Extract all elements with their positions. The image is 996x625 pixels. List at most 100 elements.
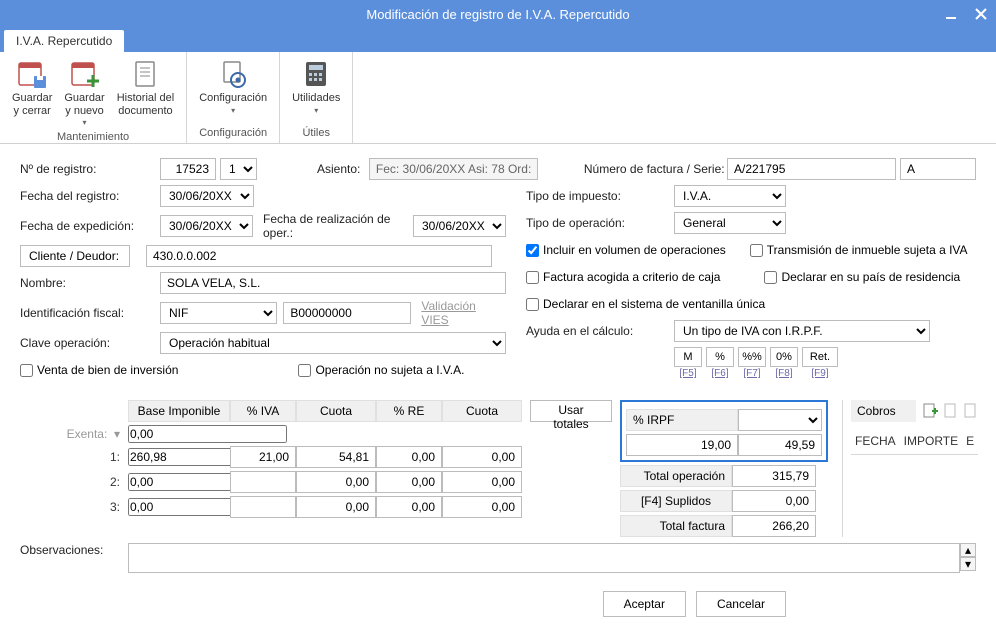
cobros-add-button[interactable] [922, 403, 938, 419]
chevron-down-icon: ▾ [83, 118, 87, 127]
help-pctpct-fk[interactable]: [F7] [743, 368, 760, 379]
cobros-delete-button[interactable] [962, 403, 978, 419]
chevron-up-icon: ▴ [965, 543, 971, 557]
document-icon [942, 403, 958, 419]
document-plus-icon [922, 403, 938, 419]
trans-inm-checkbox[interactable]: Transmisión de inmueble sujeta a IVA [750, 243, 968, 257]
cancelar-button[interactable]: Cancelar [696, 591, 786, 617]
help-pct-button[interactable]: % [706, 347, 734, 367]
nombre-input[interactable] [160, 272, 506, 294]
calculator-icon [300, 58, 332, 90]
row1-label: 1: [20, 450, 128, 464]
form-area: Nº de registro: 1 Asiento: Número de fac… [0, 144, 996, 396]
r3-cuota[interactable] [296, 496, 376, 518]
clave-select[interactable]: Operación habitual [160, 332, 506, 354]
total-oper-input[interactable] [732, 465, 816, 487]
tipo-imp-select[interactable]: I.V.A. [674, 185, 786, 207]
close-icon [975, 8, 987, 20]
ayuda-label: Ayuda en el cálculo: [526, 324, 674, 338]
ribbon-group-config: Configuración [193, 127, 273, 141]
tab-iva-repercutido[interactable]: I.V.A. Repercutido [4, 30, 124, 52]
minimize-button[interactable] [936, 0, 966, 28]
num-factura-input[interactable] [727, 158, 896, 180]
utils-label: Utilidades [292, 92, 340, 105]
close-button[interactable] [966, 0, 996, 28]
obs-down-button[interactable]: ▾ [960, 557, 976, 571]
total-fact-input[interactable] [732, 515, 816, 537]
id-fiscal-input[interactable] [283, 302, 411, 324]
help-m-fk[interactable]: [F5] [679, 368, 696, 379]
config-button[interactable]: Configuración ▾ [193, 54, 273, 119]
cobros-col-fecha[interactable]: FECHA [851, 428, 900, 454]
help-m-button[interactable]: M [674, 347, 702, 367]
row-exenta-label[interactable]: Exenta: ▾ [20, 427, 128, 441]
cliente-button[interactable]: Cliente / Deudor: [20, 245, 130, 267]
chevron-down-icon: ▾ [965, 557, 971, 571]
r1-iva[interactable] [230, 446, 296, 468]
venta-bien-checkbox[interactable]: Venta de bien de inversión [20, 363, 178, 377]
serie-input[interactable] [900, 158, 976, 180]
ayuda-select[interactable]: Un tipo de IVA con I.R.P.F. [674, 320, 930, 342]
cobros-edit-button[interactable] [942, 403, 958, 419]
r1-cuota2[interactable] [442, 446, 522, 468]
r3-re[interactable] [376, 496, 442, 518]
gear-icon [217, 58, 249, 90]
exenta-base[interactable] [128, 425, 287, 443]
clave-label: Clave operación: [20, 336, 160, 350]
help-pct-fk[interactable]: [F6] [711, 368, 728, 379]
cliente-input[interactable] [146, 245, 492, 267]
declarar-pais-checkbox[interactable]: Declarar en su país de residencia [764, 270, 960, 284]
col-cuota: Cuota [296, 400, 376, 422]
irpf-pct-input[interactable] [626, 434, 738, 456]
r2-cuota[interactable] [296, 471, 376, 493]
r1-cuota[interactable] [296, 446, 376, 468]
usar-totales-button[interactable]: Usar totales [530, 400, 612, 422]
obs-textarea[interactable] [128, 543, 960, 573]
vies-link[interactable]: Validación VIES [421, 299, 506, 327]
aceptar-button[interactable]: Aceptar [603, 591, 686, 617]
ventanilla-checkbox[interactable]: Declarar en el sistema de ventanilla úni… [526, 297, 765, 311]
no-sujeta-checkbox[interactable]: Operación no sujeta a I.V.A. [298, 363, 464, 377]
obs-up-button[interactable]: ▴ [960, 543, 976, 557]
reg-seq-select[interactable]: 1 [220, 158, 257, 180]
col-base: Base Imponible [128, 400, 230, 422]
cobros-col-importe[interactable]: IMPORTE [900, 428, 962, 454]
doc-history-button[interactable]: Historial del documento [111, 54, 180, 131]
fecha-reg-select[interactable]: 30/06/20XX [160, 185, 254, 207]
r1-re[interactable] [376, 446, 442, 468]
r2-re[interactable] [376, 471, 442, 493]
utils-button[interactable]: Utilidades ▾ [286, 54, 346, 119]
save-new-button[interactable]: Guardar y nuevo ▾ [58, 54, 110, 131]
incl-vol-checkbox[interactable]: Incluir en volumen de operaciones [526, 243, 726, 257]
cobros-col-e[interactable]: E [962, 428, 978, 454]
r3-iva[interactable] [230, 496, 296, 518]
help-zero-fk[interactable]: [F8] [775, 368, 792, 379]
asiento-input [369, 158, 538, 180]
suplidos-label[interactable]: [F4] Suplidos [620, 490, 732, 512]
col-cuota2: Cuota [442, 400, 522, 422]
fecha-exp-select[interactable]: 30/06/20XX [160, 215, 253, 237]
r2-iva[interactable] [230, 471, 296, 493]
totals-area: % IRPF Total operación [F4] Suplidos Tot… [620, 400, 828, 537]
irpf-val-input[interactable] [738, 434, 822, 456]
help-ret-button[interactable]: Ret. [802, 347, 838, 367]
tipo-oper-select[interactable]: General [674, 212, 786, 234]
help-pctpct-button[interactable]: %% [738, 347, 766, 367]
save-close-button[interactable]: Guardar y cerrar [6, 54, 58, 131]
suplidos-input[interactable] [732, 490, 816, 512]
r2-cuota2[interactable] [442, 471, 522, 493]
fecha-exp-label: Fecha de expedición: [20, 219, 160, 233]
help-ret-fk[interactable]: [F9] [811, 368, 828, 379]
num-factura-label: Número de factura / Serie: [584, 162, 727, 176]
help-zero-button[interactable]: 0% [770, 347, 798, 367]
id-fiscal-type-select[interactable]: NIF [160, 302, 277, 324]
fecha-oper-select[interactable]: 30/06/20XX [413, 215, 506, 237]
cobros-panel: Cobros FECHA IMPORTE E [842, 400, 978, 537]
irpf-select[interactable] [738, 409, 822, 431]
minimize-icon [945, 8, 957, 20]
reg-no-input[interactable] [160, 158, 216, 180]
r3-cuota2[interactable] [442, 496, 522, 518]
criterio-caja-checkbox[interactable]: Factura acogida a criterio de caja [526, 270, 720, 284]
grid-area: Base Imponible % IVA Cuota % RE Cuota Us… [20, 400, 612, 537]
total-oper-label: Total operación [620, 465, 732, 487]
